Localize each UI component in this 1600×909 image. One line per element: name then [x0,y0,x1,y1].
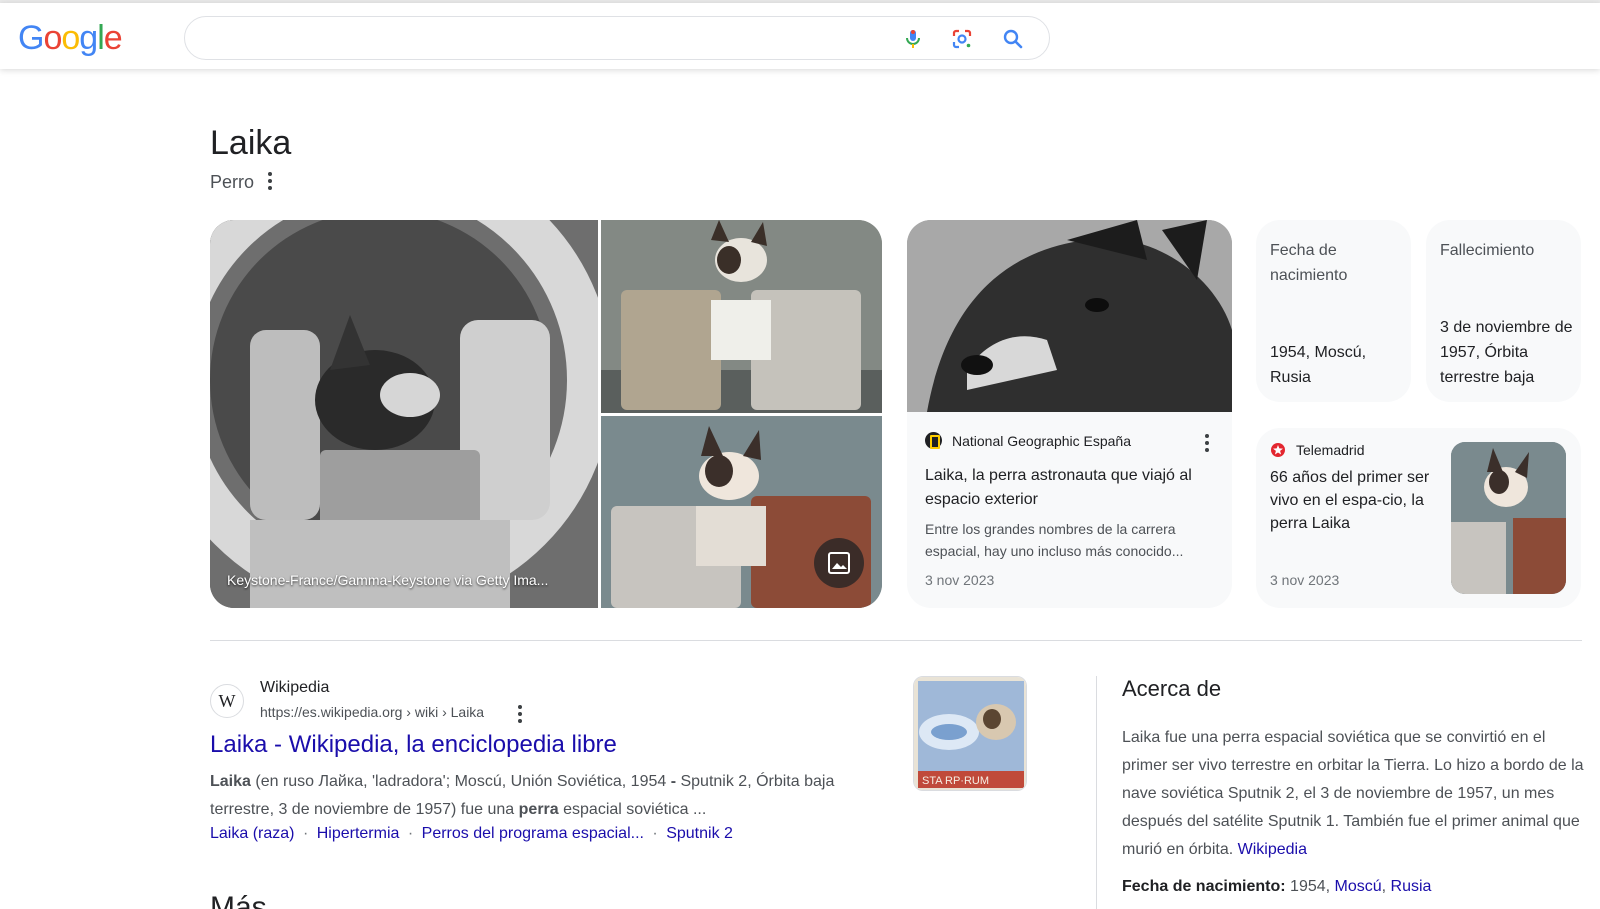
fact-label: Fallecimiento [1440,242,1535,259]
news-date: 3 nov 2023 [925,572,995,588]
fact-card-death[interactable]: Fallecimiento 3 de noviembre de 1957, Ór… [1426,220,1581,402]
search-header: Google [0,3,1600,69]
telemadrid-logo-icon [1271,443,1285,457]
sitelink[interactable]: Sputnik 2 [666,825,733,842]
search-input[interactable] [205,27,865,51]
result-thumbnail[interactable]: STA RP·RUM [913,676,1027,791]
result-snippet: Laika (en ruso Лайка, 'ladradora'; Moscú… [210,773,835,818]
sitelink[interactable]: Perros del programa espacial... [422,825,644,842]
result-site-name[interactable]: Wikipedia [260,679,329,697]
entity-subtitle: Perro [210,172,255,192]
about-fact-link[interactable]: Moscú [1335,878,1382,895]
fact-card-birth[interactable]: Fecha de nacimiento 1954, Moscú, Rusia [1256,220,1411,402]
about-fact-label: Fecha de nacimiento: [1122,878,1286,895]
lens-icon[interactable] [950,27,974,51]
mic-icon[interactable] [901,27,925,51]
fact-value: 3 de noviembre de 1957, Órbita terrestre… [1440,319,1573,386]
more-options-icon[interactable] [266,172,274,192]
about-source-link[interactable]: Wikipedia [1238,841,1307,858]
laika-image-bottom[interactable] [601,416,882,608]
news-title[interactable]: 66 años del primer ser vivo en el espa-c… [1270,466,1430,535]
news-date: 3 nov 2023 [1270,572,1340,588]
about-fact-link[interactable]: Rusia [1391,878,1432,895]
google-logo[interactable]: Google [18,19,123,58]
laika-harness-photo [601,220,882,413]
news-card-telemadrid[interactable]: Telemadrid 66 años del primer ser vivo e… [1256,428,1581,608]
result-url[interactable]: https://es.wikipedia.org › wiki › Laika [260,704,484,720]
sitelink[interactable]: Hipertermia [317,825,400,842]
news-image [907,220,1232,412]
panel-divider [1096,676,1097,909]
search-box[interactable] [184,16,1050,60]
more-questions-heading: Más preguntas [210,893,390,909]
fact-label: Fecha de nacimiento [1270,242,1348,284]
more-options-icon[interactable] [516,705,524,725]
image-caption: Keystone-France/Gamma-Keystone via Getty… [227,572,549,588]
wikipedia-favicon: W [210,684,244,718]
image-gallery-button[interactable] [814,538,864,588]
news-source: Telemadrid [1296,442,1365,458]
news-card-natgeo[interactable]: National Geographic España Laika, la per… [907,220,1232,608]
about-fact: Fecha de nacimiento: 1954, Moscú, Rusia [1122,878,1432,895]
result-title[interactable]: Laika - Wikipedia, la enciclopedia libre [210,731,617,759]
laika-image-top[interactable] [601,220,882,413]
fact-value: 1954, Moscú, Rusia [1270,344,1367,386]
section-divider [210,640,1582,641]
sitelink[interactable]: Laika (raza) [210,825,294,842]
gallery-icon [828,552,850,574]
news-source: National Geographic España [952,432,1132,449]
result-sitelinks: Laika (raza) · Hipertermia · Perros del … [210,825,733,842]
laika-image-main[interactable]: Keystone-France/Gamma-Keystone via Getty… [210,220,598,608]
news-title[interactable]: Laika, la perra astronauta que viajó al … [925,464,1220,512]
about-heading: Acerca de [1122,676,1222,701]
entity-title: Laika [210,124,292,162]
news-snippet: Entre los grandes nombres de la carrera … [925,521,1184,559]
natgeo-logo-icon [925,432,942,449]
news-thumbnail [1451,442,1566,594]
more-options-icon[interactable] [1203,434,1211,454]
laika-capsule-photo [210,220,598,608]
search-icon[interactable] [1001,27,1025,51]
about-text: Laika fue una perra espacial soviética q… [1122,729,1584,858]
svg-text:STA RP·RUM: STA RP·RUM [922,775,989,787]
